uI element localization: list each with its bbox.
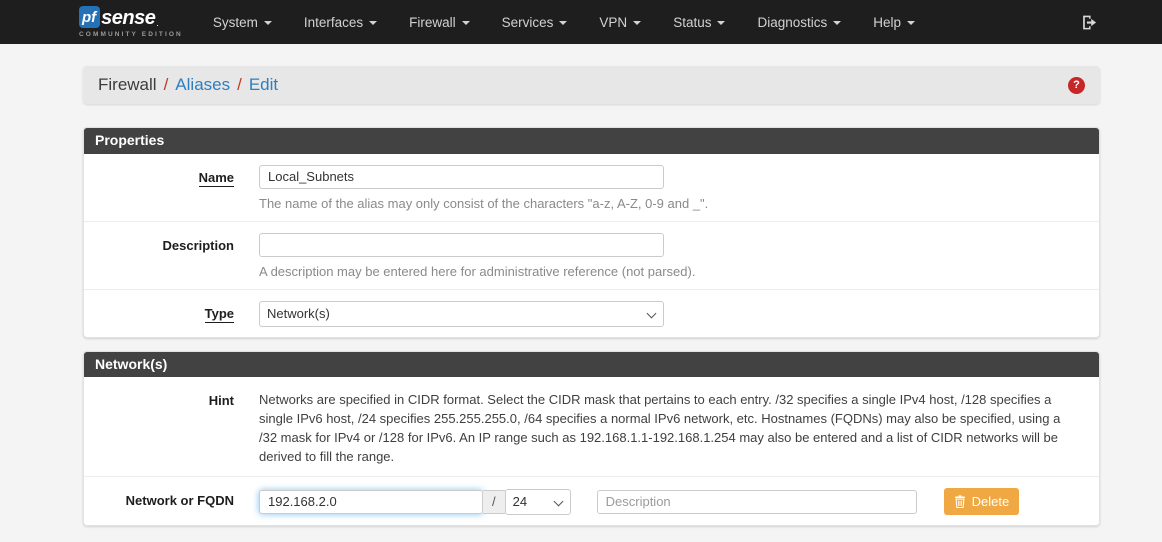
pf-logo-mark: pf (79, 6, 100, 28)
nav-item-interfaces[interactable]: Interfaces (288, 0, 393, 44)
network-address-input[interactable] (259, 490, 483, 514)
caret-down-icon (462, 21, 470, 25)
type-select[interactable]: Network(s) (259, 301, 664, 327)
hint-label: Hint (84, 388, 259, 466)
caret-down-icon (559, 21, 567, 25)
networks-panel: Network(s) Hint Networks are specified i… (83, 351, 1100, 527)
nav-item-system[interactable]: System (197, 0, 288, 44)
logout-button[interactable] (1077, 10, 1102, 35)
description-input[interactable] (259, 233, 664, 257)
type-label: Type (84, 301, 259, 327)
nav-item-diagnostics[interactable]: Diagnostics (741, 0, 857, 44)
nav-item-services[interactable]: Services (486, 0, 584, 44)
nav-item-firewall[interactable]: Firewall (393, 0, 486, 44)
breadcrumb-separator: / (230, 75, 249, 95)
type-row: Type Network(s) (84, 289, 1099, 337)
nav-item-help[interactable]: Help (857, 0, 931, 44)
caret-down-icon (717, 21, 725, 25)
top-navbar: pf sense . COMMUNITY EDITION System Inte… (0, 0, 1162, 44)
breadcrumb: Firewall / Aliases / Edit ? (83, 66, 1100, 104)
logo-trademark-dot: . (156, 19, 159, 28)
name-label: Name (84, 165, 259, 211)
breadcrumb-separator: / (157, 75, 176, 95)
hint-row: Hint Networks are specified in CIDR form… (84, 377, 1099, 476)
nav-item-status[interactable]: Status (657, 0, 741, 44)
name-row: Name The name of the alias may only cons… (84, 154, 1099, 221)
cidr-mask-select[interactable]: 24 (505, 489, 571, 515)
caret-down-icon (833, 21, 841, 25)
network-entry-row: Network or FQDN / 24 (84, 476, 1099, 525)
hint-text: Networks are specified in CIDR format. S… (259, 388, 1084, 466)
trash-icon (954, 495, 966, 508)
description-row: Description A description may be entered… (84, 221, 1099, 289)
caret-down-icon (369, 21, 377, 25)
sense-logo-text: sense (101, 8, 155, 28)
community-edition-label: COMMUNITY EDITION (79, 31, 183, 38)
delete-button-label: Delete (972, 494, 1010, 509)
nav-menu: System Interfaces Firewall Services VPN … (197, 0, 931, 44)
properties-panel-header: Properties (84, 128, 1099, 154)
breadcrumb-section: Firewall (98, 75, 157, 95)
name-input[interactable] (259, 165, 664, 189)
help-icon[interactable]: ? (1068, 77, 1085, 94)
properties-panel: Properties Name The name of the alias ma… (83, 127, 1100, 338)
entry-description-input[interactable] (597, 490, 917, 514)
description-help-text: A description may be entered here for ad… (259, 264, 1084, 279)
breadcrumb-link-edit[interactable]: Edit (249, 75, 278, 95)
caret-down-icon (907, 21, 915, 25)
sign-out-icon (1081, 14, 1098, 31)
networks-panel-header: Network(s) (84, 352, 1099, 378)
breadcrumb-link-aliases[interactable]: Aliases (175, 75, 230, 95)
delete-entry-button[interactable]: Delete (944, 488, 1020, 515)
caret-down-icon (264, 21, 272, 25)
name-help-text: The name of the alias may only consist o… (259, 196, 1084, 211)
pfsense-logo[interactable]: pf sense . COMMUNITY EDITION (79, 6, 183, 38)
nav-item-vpn[interactable]: VPN (583, 0, 657, 44)
caret-down-icon (633, 21, 641, 25)
cidr-separator-addon: / (483, 490, 505, 514)
description-label: Description (84, 233, 259, 279)
network-fqdn-label: Network or FQDN (84, 488, 259, 515)
